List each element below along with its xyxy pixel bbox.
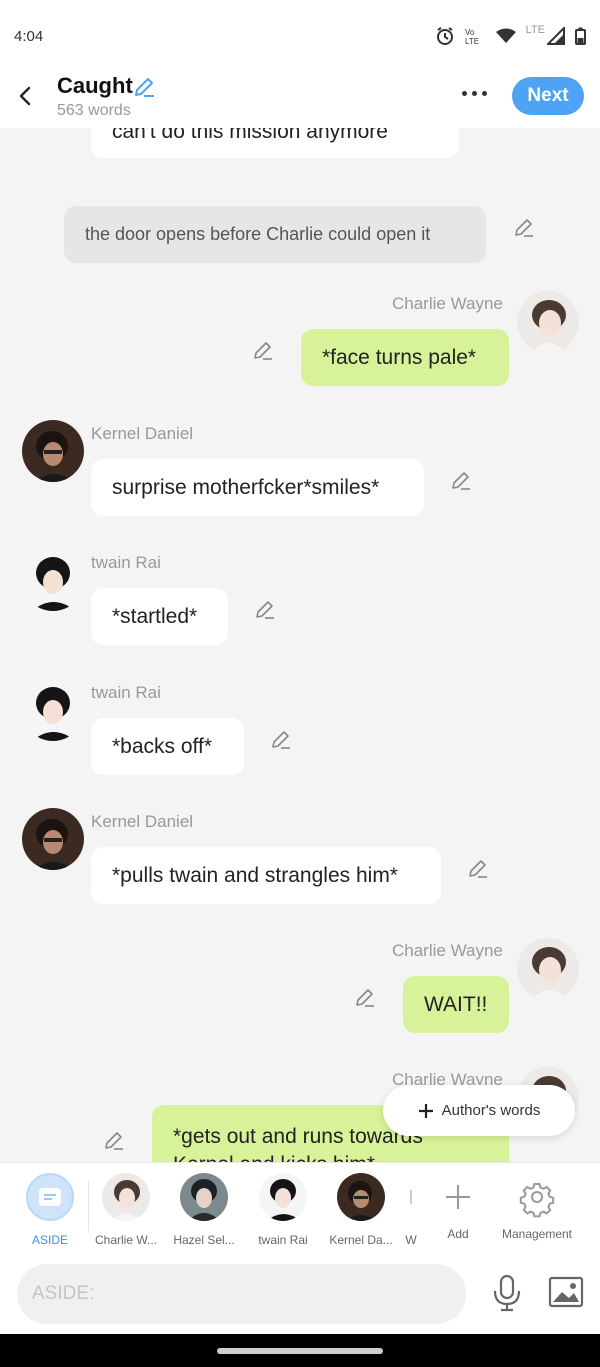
edit-pencil-icon[interactable] — [254, 598, 276, 620]
svg-text:Vo: Vo — [465, 28, 475, 37]
avatar-charlie[interactable] — [517, 938, 579, 1000]
avatar-partial — [410, 1190, 412, 1204]
message-bubble[interactable]: WAIT!! — [403, 976, 509, 1033]
system-nav-bar — [0, 1334, 600, 1367]
more-options-icon[interactable] — [462, 91, 487, 96]
message-text: *backs off* — [112, 734, 213, 758]
message-text: *startled* — [112, 604, 198, 628]
add-character-button[interactable]: Add — [422, 1173, 494, 1241]
message-bubble[interactable]: *face turns pale* — [301, 329, 509, 386]
avatar-hazel — [180, 1173, 228, 1221]
edit-pencil-icon[interactable] — [103, 1129, 125, 1151]
home-gesture-handle[interactable] — [217, 1348, 383, 1354]
character-twain[interactable]: twain Rai — [247, 1173, 319, 1247]
plus-icon — [418, 1103, 433, 1118]
message-text: surprise motherfcker*smiles* — [112, 475, 380, 499]
status-bar: 4:04 Vo LTE LTE — [0, 0, 600, 72]
edit-pencil-icon[interactable] — [252, 339, 274, 361]
management-label: Management — [501, 1227, 573, 1241]
speaker-name: Kernel Daniel — [91, 812, 194, 831]
character-label: twain Rai — [258, 1233, 308, 1247]
avatar-charlie[interactable] — [517, 291, 579, 353]
microphone-icon[interactable] — [491, 1274, 523, 1312]
speaker-name: Charlie Wayne — [392, 294, 503, 313]
image-icon[interactable] — [548, 1276, 584, 1308]
message-text: can't do this mission anymore — [112, 128, 388, 143]
message-bubble[interactable]: can't do this mission anymore — [91, 128, 459, 158]
signal-icon — [547, 27, 565, 45]
aside-input[interactable] — [17, 1264, 466, 1324]
avatar-kernel[interactable] — [22, 420, 84, 482]
character-label: W — [405, 1233, 417, 1247]
character-aside[interactable]: ASIDE — [14, 1173, 86, 1247]
avatar-kernel[interactable] — [22, 808, 84, 870]
message-bubble[interactable]: surprise motherfcker*smiles* — [91, 459, 424, 516]
story-title: Caught — [57, 73, 133, 98]
character-charlie[interactable]: Charlie W... — [90, 1173, 162, 1247]
edit-pencil-icon[interactable] — [513, 216, 535, 238]
character-label: Hazel Sel... — [173, 1233, 235, 1247]
character-hazel[interactable]: Hazel Sel... — [168, 1173, 240, 1247]
divider — [88, 1181, 89, 1231]
svg-text:LTE: LTE — [465, 37, 479, 46]
alarm-icon — [436, 27, 453, 45]
message-bubble[interactable]: *startled* — [91, 588, 228, 645]
avatar-twain[interactable] — [22, 679, 84, 741]
avatar-twain[interactable] — [22, 549, 84, 611]
edit-pencil-icon[interactable] — [450, 469, 472, 491]
message-bubble[interactable]: *pulls twain and strangles him* — [91, 847, 441, 904]
speaker-name: Kernel Daniel — [91, 424, 194, 443]
speaker-name: Charlie Wayne — [392, 941, 503, 960]
message-text: *pulls twain and strangles him* — [112, 863, 398, 887]
message-text: the door opens before Charlie could open… — [85, 224, 431, 244]
edit-pencil-icon[interactable] — [467, 857, 489, 879]
word-count: 563 words — [57, 102, 131, 119]
edit-pencil-icon[interactable] — [270, 728, 292, 750]
avatar-twain — [259, 1173, 307, 1221]
input-bar — [0, 1254, 600, 1334]
character-label: Charlie W... — [94, 1233, 157, 1247]
status-time: 4:04 — [14, 28, 44, 45]
speaker-name: twain Rai — [91, 683, 161, 702]
message-text: WAIT!! — [424, 992, 488, 1016]
battery-icon — [575, 27, 586, 45]
aside-icon — [26, 1173, 74, 1221]
chat-area[interactable]: can't do this mission anymore the door o… — [0, 128, 600, 1162]
volte-icon: VoLTE — [465, 28, 479, 46]
speaker-name: twain Rai — [91, 553, 161, 572]
next-button[interactable]: Next — [512, 77, 584, 115]
app-header: Caught 563 words Next — [0, 72, 600, 128]
message-text: *face turns pale* — [322, 345, 477, 369]
edit-title-icon[interactable] — [132, 75, 156, 99]
edit-pencil-icon[interactable] — [354, 986, 376, 1008]
lte-label: LTE — [525, 24, 545, 36]
character-bar: ASIDE Charlie W... Hazel Sel... twain Ra… — [0, 1162, 600, 1254]
character-label: ASIDE — [31, 1233, 68, 1247]
back-arrow-icon[interactable] — [14, 84, 38, 108]
gear-icon — [519, 1183, 555, 1218]
narration-bubble[interactable]: the door opens before Charlie could open… — [64, 206, 486, 263]
authors-words-label: Author's words — [441, 1102, 541, 1119]
add-label: Add — [447, 1227, 469, 1241]
management-button[interactable]: Management — [501, 1173, 573, 1241]
message-bubble[interactable]: *backs off* — [91, 718, 244, 775]
plus-icon — [446, 1185, 470, 1209]
status-icons: Vo LTE LTE — [436, 24, 586, 46]
avatar-charlie — [102, 1173, 150, 1221]
authors-words-button[interactable]: Author's words — [383, 1085, 575, 1136]
wifi-icon — [495, 28, 516, 43]
